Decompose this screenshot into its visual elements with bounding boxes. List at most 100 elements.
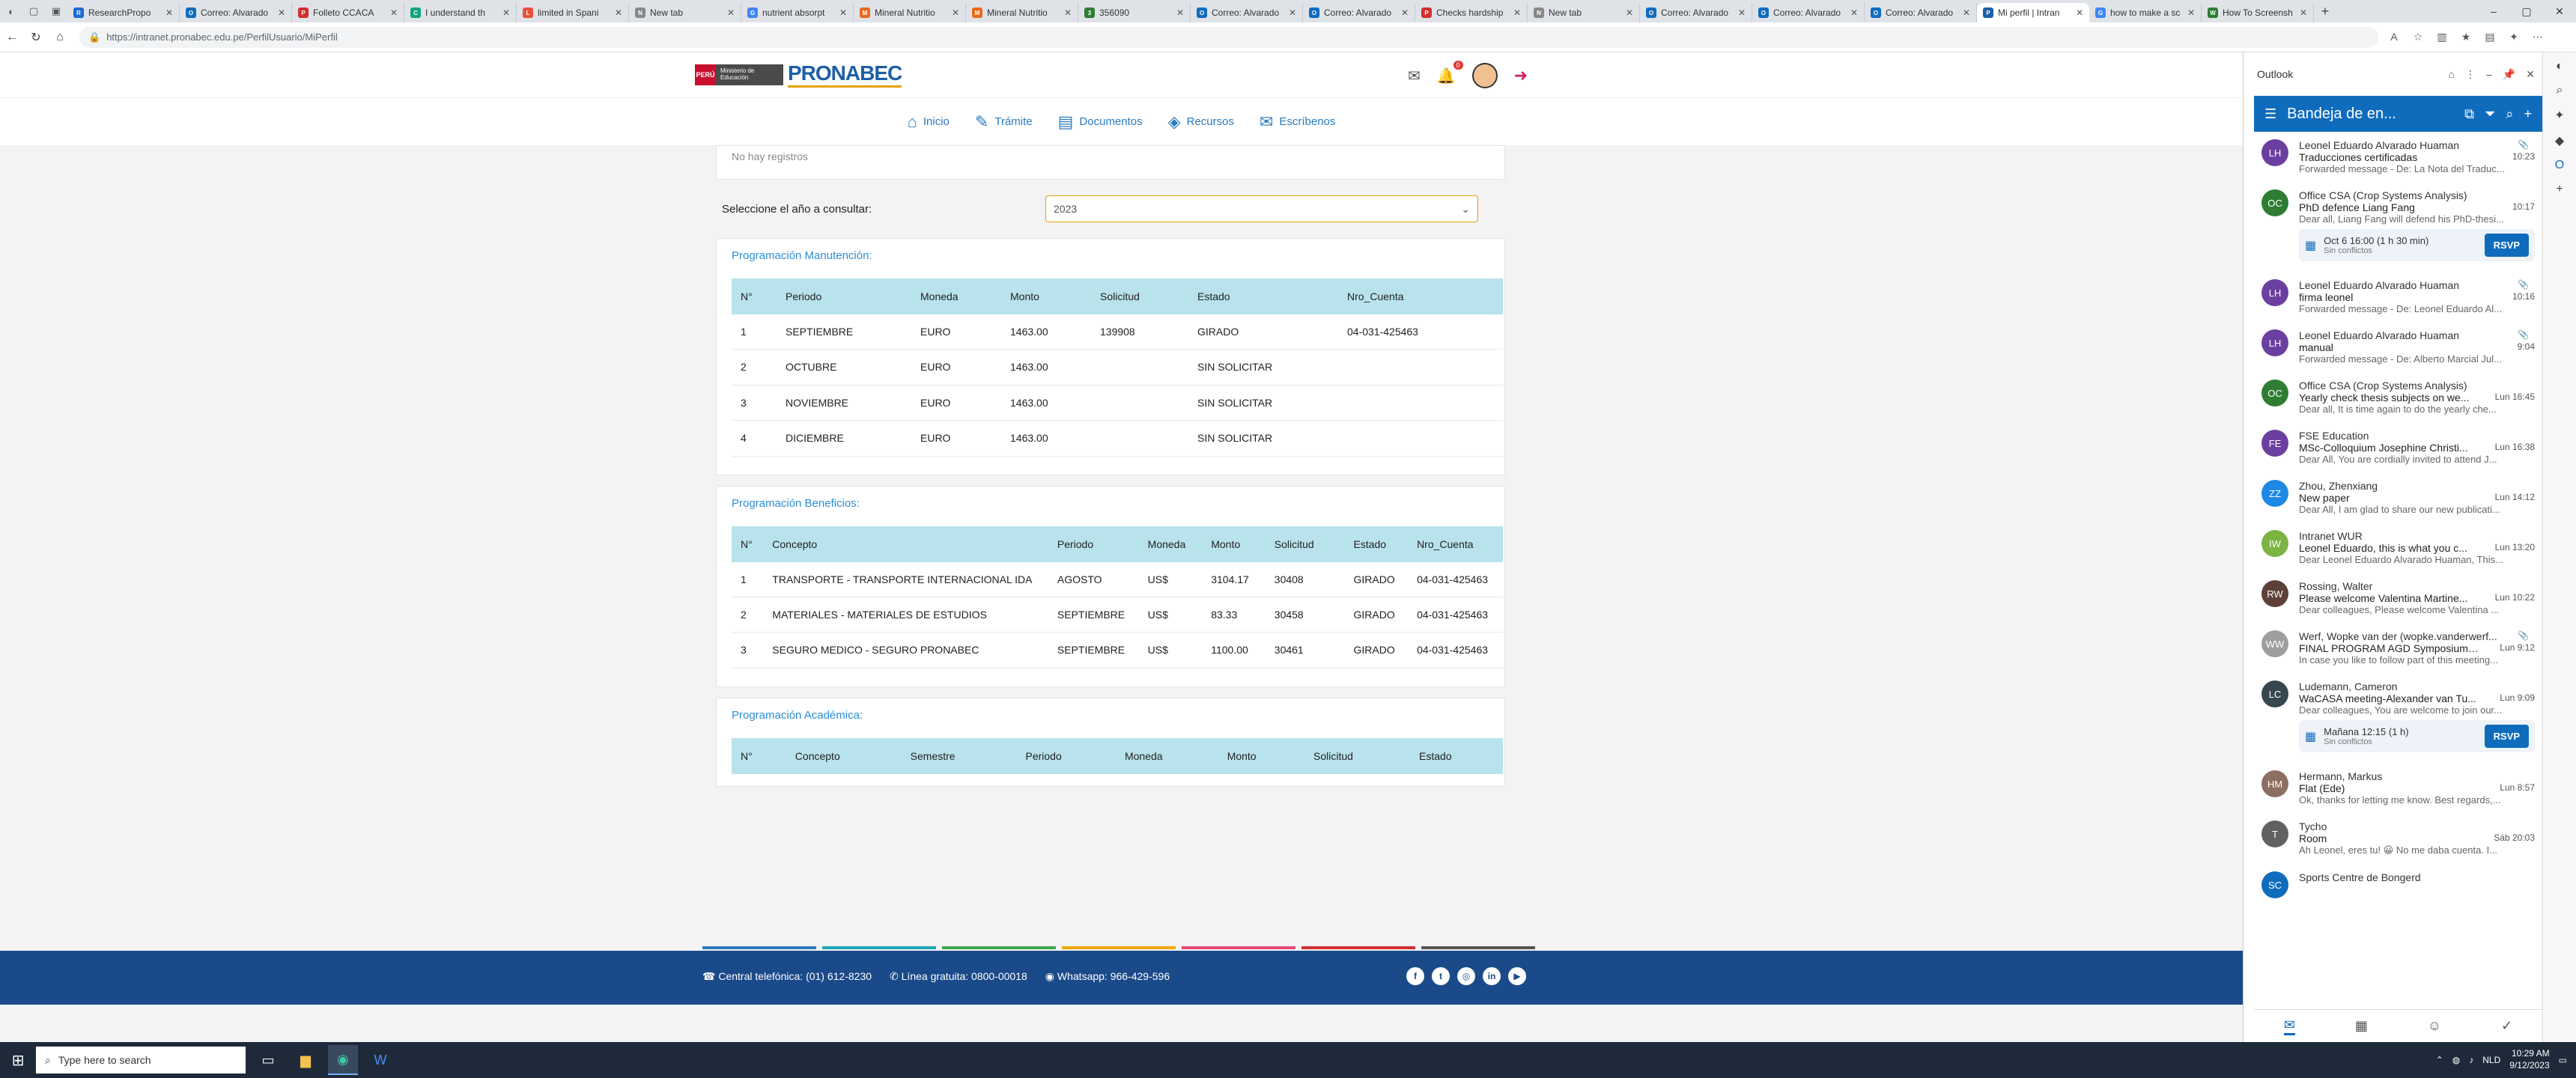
mail-icon[interactable]: ✉ (2283, 1017, 2296, 1035)
year-select[interactable]: 2023 ⌄ (1045, 195, 1478, 222)
browser-tab[interactable]: Llimited in Spani ✕ (517, 3, 629, 22)
outlook-icon[interactable]: O (2555, 159, 2564, 172)
facebook-icon[interactable]: f (1406, 967, 1424, 985)
taskbar-search[interactable]: ⌕ Type here to search (36, 1047, 246, 1074)
email-item[interactable]: HM Hermann, Markus Flat (Ede) Lun 8:57 Ok, t… (2254, 763, 2542, 813)
notifications-icon[interactable]: ▭ (2559, 1055, 2567, 1065)
tab-close-icon[interactable]: ✕ (952, 7, 959, 18)
pin-icon[interactable]: 📌 (2503, 68, 2515, 81)
back-icon[interactable]: ← (0, 31, 24, 44)
email-item[interactable]: FE FSE Education MSc-Colloquium Josephine … (2254, 422, 2542, 472)
nav-item-inicio[interactable]: ⌂ Inicio (908, 112, 950, 132)
email-item[interactable]: LH Leonel Eduardo Alvarado Huaman manual 9:… (2254, 322, 2542, 372)
tab-close-icon[interactable]: ✕ (727, 7, 735, 18)
maximize-icon[interactable]: ▢ (2510, 5, 2543, 18)
instagram-icon[interactable]: ◎ (1457, 967, 1475, 985)
refresh-icon[interactable]: ↻ (24, 30, 48, 45)
email-item[interactable]: SC Sports Centre de Bongerd (2254, 864, 2542, 906)
language-indicator[interactable]: NLD (2482, 1055, 2500, 1065)
email-item[interactable]: OC Office CSA (Crop Systems Analysis) Year… (2254, 372, 2542, 422)
browser-tab[interactable]: O Correo: Alvarado ✕ (1752, 3, 1865, 22)
hamburger-menu-icon[interactable]: ☰ (2264, 106, 2276, 122)
tab-close-icon[interactable]: ✕ (502, 7, 510, 18)
tab-close-icon[interactable]: ✕ (839, 7, 847, 18)
minimize-icon[interactable]: – (2486, 68, 2492, 81)
more-icon[interactable]: ⋮ (2465, 68, 2476, 81)
tab-close-icon[interactable]: ✕ (2187, 7, 2195, 18)
tools-icon[interactable]: ✦ (2554, 108, 2564, 123)
browser-tab[interactable]: W How To Screensh ✕ (2202, 3, 2314, 22)
browser-tab[interactable]: N New tab ✕ (1528, 3, 1640, 22)
workspaces-icon[interactable]: ▢ (22, 0, 45, 22)
extensions-icon[interactable]: ✦ (2506, 31, 2522, 43)
add-icon[interactable]: + (2556, 183, 2563, 196)
tab-actions-icon[interactable]: ▣ (45, 0, 67, 22)
tab-close-icon[interactable]: ✕ (165, 7, 173, 18)
tab-close-icon[interactable]: ✕ (1738, 7, 1746, 18)
linkedin-icon[interactable]: in (1483, 967, 1501, 985)
profile-icon[interactable]: ◐ (0, 0, 22, 22)
filter-icon[interactable]: ⏷ (2485, 106, 2495, 122)
network-icon[interactable]: ◍ (2452, 1055, 2460, 1065)
notification-bell-icon[interactable]: 🔔 0 (1437, 60, 1463, 85)
word-icon[interactable]: W (365, 1045, 395, 1075)
games-icon[interactable]: ◆ (2555, 133, 2564, 148)
people-icon[interactable]: ☺ (2428, 1018, 2441, 1034)
tab-close-icon[interactable]: ✕ (1963, 7, 1970, 18)
favorite-star-icon[interactable]: ☆ (2410, 31, 2426, 43)
close-icon[interactable]: ✕ (2526, 68, 2535, 81)
new-tab-button[interactable]: + (2314, 4, 2336, 19)
tab-close-icon[interactable]: ✕ (1626, 7, 1633, 18)
browser-tab[interactable]: C I understand th ✕ (404, 3, 517, 22)
calendar-icon[interactable]: ▦ (2355, 1018, 2368, 1034)
tab-close-icon[interactable]: ✕ (1401, 7, 1409, 18)
windows-start-icon[interactable]: ⊞ (0, 1051, 36, 1070)
email-item[interactable]: LC Ludemann, Cameron WaCASA meeting-Alexan… (2254, 673, 2542, 763)
clock[interactable]: 10:29 AM 9/12/2023 (2509, 1048, 2549, 1071)
new-mail-icon[interactable]: + (2524, 106, 2532, 122)
volume-icon[interactable]: ♪ (2469, 1055, 2473, 1065)
favorites-icon[interactable]: ★ (2458, 31, 2474, 43)
tray-arrow-icon[interactable]: ⌃ (2436, 1055, 2443, 1065)
browser-tab[interactable]: O Correo: Alvarado ✕ (1640, 3, 1752, 22)
tab-close-icon[interactable]: ✕ (1850, 7, 1858, 18)
browser-tab[interactable]: O Correo: Alvarado ✕ (1191, 3, 1303, 22)
youtube-icon[interactable]: ▶ (1508, 967, 1526, 985)
browser-tab[interactable]: M Mineral Nutritio ✕ (966, 3, 1078, 22)
email-item[interactable]: IW Intranet WUR Leonel Eduardo, this is wh… (2254, 523, 2542, 573)
site-logo[interactable]: PERÚ Ministerio de Educación PRONABEC (695, 61, 902, 88)
tasks-icon[interactable]: ✓ (2501, 1018, 2512, 1034)
open-in-new-icon[interactable]: ⧉ (2464, 106, 2474, 122)
edge-browser-icon[interactable]: ◉ (328, 1045, 358, 1075)
email-item[interactable]: RW Rossing, Walter Please welcome Valentin… (2254, 573, 2542, 623)
logout-icon[interactable]: ➜ (1514, 66, 1528, 85)
home-icon[interactable]: ⌂ (2449, 68, 2455, 81)
browser-tab[interactable]: Gnutrient absorpt ✕ (741, 3, 854, 22)
browser-tab[interactable]: R ResearchPropo ✕ (67, 3, 180, 22)
task-view-icon[interactable]: ▭ (253, 1045, 283, 1075)
email-item[interactable]: WW Werf, Wopke van der (wopke.vanderwerf.… (2254, 623, 2542, 673)
browser-tab[interactable]: O Correo: Alvarado ✕ (180, 3, 292, 22)
tab-close-icon[interactable]: ✕ (1513, 7, 1521, 18)
browser-tab[interactable]: M Mineral Nutritio ✕ (854, 3, 966, 22)
tab-close-icon[interactable]: ✕ (2076, 7, 2083, 18)
split-screen-icon[interactable]: ▥ (2434, 31, 2450, 43)
more-icon[interactable]: ⋯ (2530, 31, 2546, 43)
browser-tab[interactable]: P Mi perfil | Intran ✕ (1977, 3, 2089, 22)
nav-item-escribenos[interactable]: ✉ Escríbenos (1260, 112, 1335, 132)
file-explorer-icon[interactable]: ▆ (291, 1045, 321, 1075)
email-item[interactable]: ZZ Zhou, Zhenxiang New paper Lun 14:12 Dear … (2254, 472, 2542, 523)
nav-item-tramite[interactable]: ✎ Trámite (975, 112, 1033, 132)
twitter-icon[interactable]: t (1432, 967, 1450, 985)
email-item[interactable]: LH Leonel Eduardo Alvarado Huaman Traducci… (2254, 132, 2542, 182)
email-item[interactable]: OC Office CSA (Crop Systems Analysis) PhD … (2254, 182, 2542, 272)
tab-close-icon[interactable]: ✕ (2300, 7, 2307, 18)
copilot-icon[interactable]: ◐ (2556, 60, 2563, 73)
rsvp-button[interactable]: RSVP (2484, 234, 2529, 257)
collections-icon[interactable]: ▤ (2482, 31, 2498, 43)
browser-tab[interactable]: 3 356090 ✕ (1078, 3, 1191, 22)
search-icon[interactable]: ⌕ (2506, 106, 2513, 122)
tab-close-icon[interactable]: ✕ (390, 7, 398, 18)
tab-close-icon[interactable]: ✕ (1064, 7, 1072, 18)
user-avatar[interactable] (1471, 63, 1498, 88)
